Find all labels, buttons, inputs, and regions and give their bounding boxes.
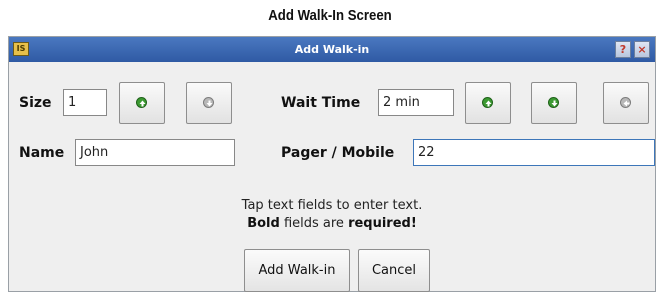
help-text-line1: Tap text fields to enter text. — [241, 198, 423, 213]
size-increase-button[interactable] — [119, 82, 165, 124]
add-walkin-dialog: IS Add Walk-in ? × Size 1 Wait Time 2 mi… — [8, 36, 656, 292]
help-text-line2: Bold fields are required! — [9, 216, 655, 231]
arrow-down-icon — [203, 97, 214, 108]
arrow-left-icon — [620, 97, 631, 108]
add-walkin-button[interactable]: Add Walk-in — [244, 249, 350, 292]
size-label: Size — [19, 95, 52, 111]
arrow-up-icon — [136, 97, 147, 108]
close-button[interactable]: × — [634, 41, 650, 58]
pager-mobile-field[interactable]: 22 — [413, 139, 655, 166]
wait-decrease-button[interactable] — [531, 82, 577, 124]
name-field[interactable]: John — [75, 139, 235, 166]
help-required-word: required! — [348, 216, 417, 231]
title-bar[interactable]: IS Add Walk-in ? × — [9, 37, 655, 62]
wait-time-label: Wait Time — [281, 95, 361, 111]
pager-mobile-label: Pager / Mobile — [281, 145, 395, 161]
name-label: Name — [19, 145, 65, 161]
size-field[interactable]: 1 — [63, 89, 107, 116]
screen-caption: Add Walk-In Screen — [268, 7, 392, 24]
cancel-button[interactable]: Cancel — [358, 249, 430, 292]
arrow-down-icon — [548, 97, 559, 108]
help-button[interactable]: ? — [615, 41, 631, 58]
window-title: Add Walk-in — [294, 43, 370, 56]
wait-time-field[interactable]: 2 min — [378, 89, 454, 116]
wait-clear-button[interactable] — [603, 82, 649, 124]
help-bold-word: Bold — [247, 216, 280, 231]
arrow-up-icon — [482, 97, 493, 108]
wait-increase-button[interactable] — [465, 82, 511, 124]
help-middle-text: fields are — [279, 216, 349, 231]
size-decrease-button[interactable] — [186, 82, 232, 124]
